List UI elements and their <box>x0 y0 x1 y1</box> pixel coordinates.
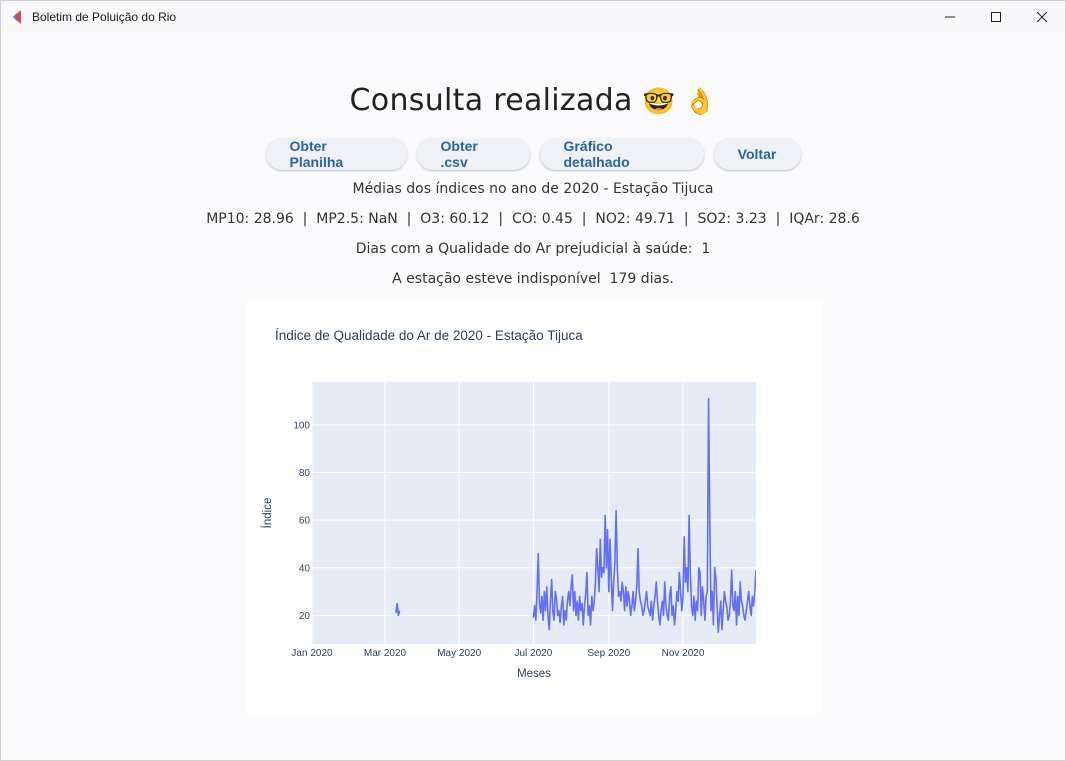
y-tick-label: 100 <box>293 420 310 431</box>
x-tick-label: Sep 2020 <box>587 648 630 659</box>
y-axis-label: Índice <box>261 498 274 529</box>
back-button[interactable]: Voltar <box>713 138 801 170</box>
bad-air-days: Dias com a Qualidade do Ar prejudicial à… <box>355 241 711 257</box>
detailed-chart-button[interactable]: Gráfico detalhado <box>539 138 704 170</box>
chart-canvas[interactable]: Jan 2020 Mar 2020 May 2020 Jul 2020 Sep 2020… <box>246 301 822 713</box>
plot-area <box>312 382 756 644</box>
nerd-ok-emoji-icon: 🤓 👌 <box>642 87 717 117</box>
title-bar[interactable]: Boletim de Poluição do Rio <box>1 1 1065 33</box>
x-tick-label: Mar 2020 <box>364 648 407 659</box>
averages-values: MP10: 28.96 | MP2.5: NaN | O3: 60.12 | C… <box>206 211 860 227</box>
window-controls <box>927 1 1065 33</box>
get-spreadsheet-button[interactable]: Obter Planilha <box>265 138 407 170</box>
action-buttons: Obter Planilha Obter .csv Gráfico detalh… <box>1 138 1065 170</box>
minimize-icon[interactable] <box>927 1 973 33</box>
y-tick-label: 60 <box>299 516 311 527</box>
x-tick-label: Nov 2020 <box>662 648 705 659</box>
aqi-chart[interactable]: Índice de Qualidade do Ar de 2020 - Esta… <box>246 301 822 713</box>
x-tick-label: May 2020 <box>437 648 481 659</box>
app-logo-icon <box>10 9 26 25</box>
x-axis-label: Meses <box>517 668 551 680</box>
station-unavailable-days: A estação esteve indisponível 179 dias. <box>392 271 674 287</box>
close-icon[interactable] <box>1019 1 1065 33</box>
get-csv-button[interactable]: Obter .csv <box>416 138 530 170</box>
averages-title: Médias dos índices no ano de 2020 - Esta… <box>352 181 714 197</box>
maximize-icon[interactable] <box>973 1 1019 33</box>
y-tick-label: 80 <box>299 468 311 479</box>
x-tick-label: Jul 2020 <box>514 648 552 659</box>
app-window: Boletim de Poluição do Rio Consulta real… <box>0 0 1066 761</box>
y-tick-label: 20 <box>299 611 311 622</box>
y-tick-label: 40 <box>299 563 311 574</box>
x-tick-label: Jan 2020 <box>291 648 333 659</box>
window-title: Boletim de Poluição do Rio <box>32 10 177 24</box>
page-title: Consulta realizada 🤓 👌 <box>1 83 1065 118</box>
page-title-text: Consulta realizada <box>349 83 633 118</box>
